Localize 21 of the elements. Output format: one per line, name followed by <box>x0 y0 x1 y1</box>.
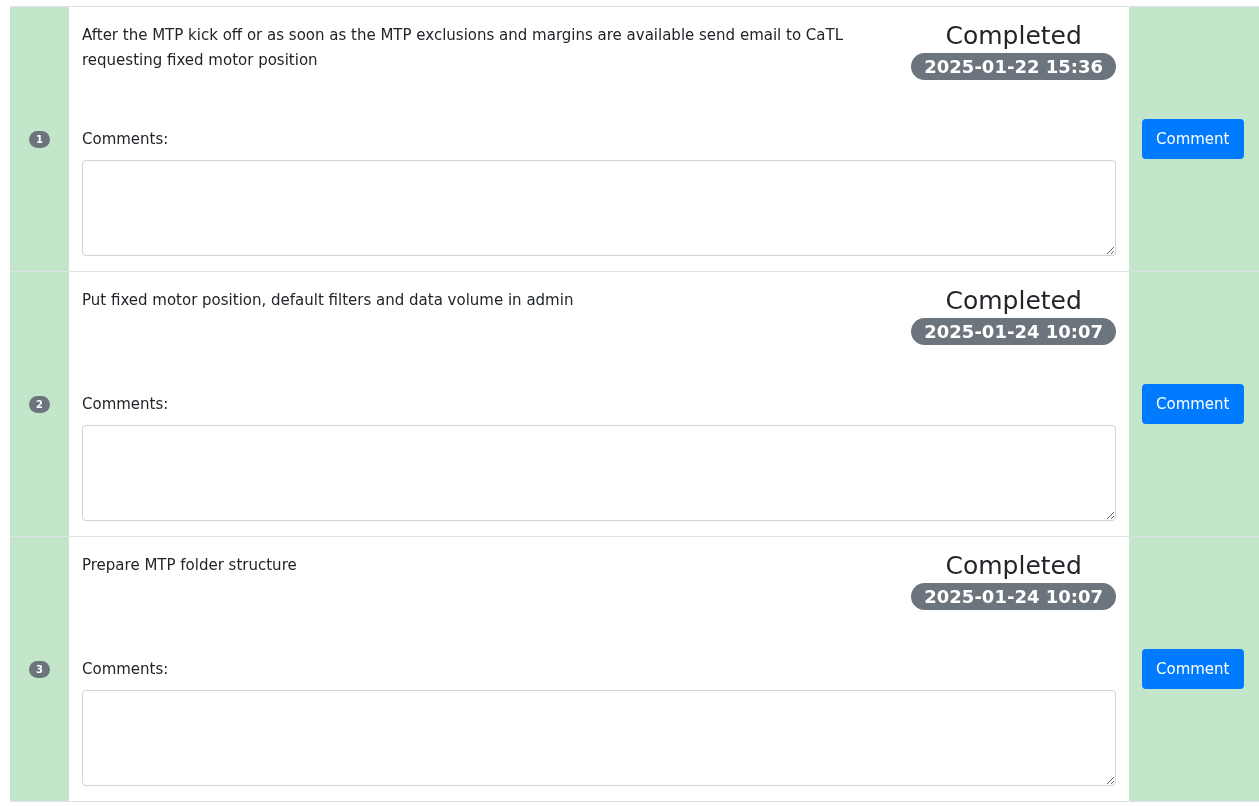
comment-button[interactable]: Comment <box>1142 119 1244 159</box>
comment-field[interactable] <box>82 690 1116 786</box>
comment-field[interactable] <box>82 425 1116 521</box>
timestamp-badge: 2025-01-22 15:36 <box>911 53 1116 80</box>
timestamp-badge: 2025-01-24 10:07 <box>911 318 1116 345</box>
step-number-badge: 1 <box>29 130 50 148</box>
task-description: Prepare MTP folder structure <box>82 555 298 576</box>
comment-button[interactable]: Comment <box>1142 384 1244 424</box>
comments-label: Comments: <box>82 395 170 413</box>
task-description: After the MTP kick off or as soon as the MTP exclusions and margins are available send email to CaTL requesting fixed motor position <box>82 25 845 71</box>
timestamp-badge: 2025-01-24 10:07 <box>911 583 1116 610</box>
comment-field[interactable] <box>82 160 1116 256</box>
task-status: Completed <box>945 285 1082 317</box>
task-status: Completed <box>945 20 1082 52</box>
step-number-badge: 3 <box>29 660 50 678</box>
task-description: Put fixed motor position, default filters and data volume in admin <box>82 290 575 311</box>
comments-label: Comments: <box>82 660 170 678</box>
comment-button[interactable]: Comment <box>1142 649 1244 689</box>
comments-label: Comments: <box>82 130 170 148</box>
task-status: Completed <box>945 550 1082 582</box>
step-number-badge: 2 <box>29 395 50 413</box>
